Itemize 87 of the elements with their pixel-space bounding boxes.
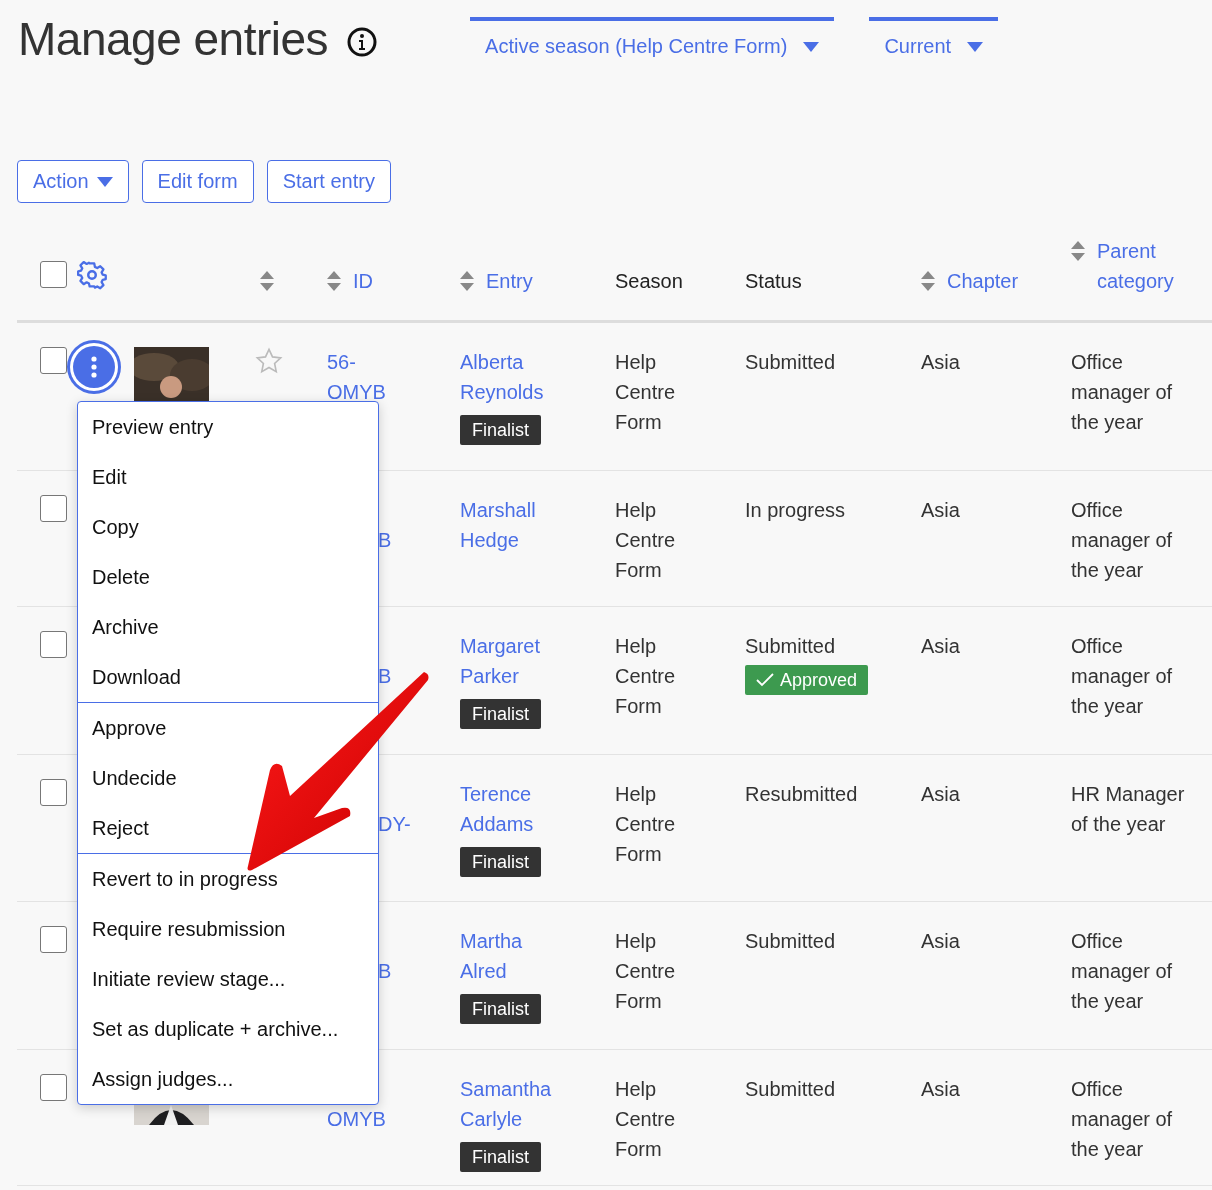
menu-item[interactable]: Edit: [78, 452, 127, 502]
column-header: Season: [615, 269, 683, 294]
season-cell-text: Help Centre Form: [615, 350, 677, 435]
menu-item[interactable]: Download: [78, 652, 181, 702]
entry-name-link[interactable]: Terence Addams: [460, 779, 565, 839]
toolbar-button[interactable]: Edit form: [141, 160, 254, 203]
row-checkbox[interactable]: [40, 926, 67, 953]
parent-category-cell-text: Office manager of the year: [1071, 929, 1174, 1014]
sort-icon[interactable]: [260, 271, 274, 291]
menu-item[interactable]: Delete: [78, 552, 150, 602]
finalist-badge: Finalist: [460, 699, 541, 729]
chapter-cell-text: Asia: [921, 498, 961, 523]
season-cell-text: Help Centre Form: [615, 634, 677, 719]
finalist-badge: Finalist: [460, 994, 541, 1024]
status-cell-text: Submitted: [745, 929, 836, 954]
status-cell-text: Submitted: [745, 350, 836, 375]
filter-dropdown[interactable]: Current: [869, 17, 999, 58]
menu-item[interactable]: Revert to in progress: [78, 854, 278, 904]
season-cell-text: Help Centre Form: [615, 498, 677, 583]
caret-icon: [96, 176, 113, 187]
chapter-cell-text: Asia: [921, 634, 961, 659]
entry-name-link[interactable]: Martha Alred: [460, 926, 565, 986]
row-checkbox[interactable]: [40, 347, 67, 374]
parent-category-cell-text: HR Manager of the year: [1071, 782, 1186, 837]
menu-item[interactable]: Copy: [78, 502, 139, 552]
menu-item[interactable]: Initiate review stage...: [78, 954, 286, 1004]
info-icon[interactable]: [346, 26, 379, 58]
entry-name-link[interactable]: Alberta Reynolds: [460, 347, 565, 407]
chapter-cell-text: Asia: [921, 350, 961, 375]
chapter-cell-text: Asia: [921, 782, 961, 807]
finalist-badge: Finalist: [460, 847, 541, 877]
parent-category-cell-text: Office manager of the year: [1071, 350, 1174, 435]
sort-icon[interactable]: [921, 271, 935, 291]
entry-id-link[interactable]: DY-: [378, 809, 442, 839]
column-header[interactable]: Parent category: [1097, 236, 1197, 296]
chapter-cell-text: Asia: [921, 1077, 961, 1102]
status-cell-text: Submitted: [745, 634, 836, 659]
entry-name-link[interactable]: Samantha Carlyle: [460, 1074, 565, 1134]
row-checkbox[interactable]: [40, 631, 67, 658]
sort-icon[interactable]: [460, 271, 474, 291]
column-header: Status: [745, 269, 802, 294]
entry-id-link[interactable]: B: [378, 956, 442, 986]
filter-dropdown[interactable]: Active season (Help Centre Form): [470, 17, 835, 58]
entry-id-link[interactable]: B: [378, 661, 442, 691]
finalist-badge: Finalist: [460, 415, 541, 445]
season-cell-text: Help Centre Form: [615, 1077, 677, 1162]
select-all-checkbox[interactable]: [40, 261, 67, 288]
menu-item[interactable]: Require resubmission: [78, 904, 286, 954]
parent-category-cell-text: Office manager of the year: [1071, 634, 1174, 719]
star-icon[interactable]: [255, 347, 283, 375]
entry-id-link[interactable]: B: [378, 525, 442, 555]
season-cell-text: Help Centre Form: [615, 929, 677, 1014]
approved-badge: Approved: [745, 665, 869, 695]
chapter-cell-text: Asia: [921, 929, 961, 954]
parent-category-cell-text: Office manager of the year: [1071, 1077, 1174, 1162]
menu-item[interactable]: Assign judges...: [78, 1054, 234, 1104]
finalist-badge: Finalist: [460, 1142, 541, 1172]
entry-id-link[interactable]: OMYB: [327, 1104, 391, 1134]
caret-icon: [803, 41, 820, 52]
status-cell-text: Submitted: [745, 1077, 836, 1102]
row-checkbox[interactable]: [40, 779, 67, 806]
menu-item[interactable]: Preview entry: [78, 402, 214, 452]
caret-icon: [967, 41, 984, 52]
column-header[interactable]: Entry: [486, 266, 533, 296]
menu-item[interactable]: Set as duplicate + archive...: [78, 1004, 339, 1054]
sort-icon[interactable]: [1071, 241, 1085, 261]
page-title: Manage entries: [18, 12, 329, 66]
season-cell-text: Help Centre Form: [615, 782, 677, 867]
menu-item[interactable]: Approve: [78, 703, 167, 753]
status-cell-text: Resubmitted: [745, 782, 858, 807]
entry-name-link[interactable]: Marshall Hedge: [460, 495, 565, 555]
column-header[interactable]: Chapter: [947, 266, 1019, 296]
check-icon: [756, 673, 774, 687]
toolbar-button[interactable]: Start entry: [266, 160, 391, 203]
more-icon: [91, 356, 97, 378]
column-header[interactable]: ID: [353, 266, 373, 296]
menu-item[interactable]: Reject: [78, 803, 149, 853]
status-cell-text: In progress: [745, 498, 846, 523]
entry-name-link[interactable]: Margaret Parker: [460, 631, 565, 691]
menu-item[interactable]: Undecide: [78, 753, 177, 803]
parent-category-cell-text: Office manager of the year: [1071, 498, 1174, 583]
settings-icon[interactable]: [77, 260, 107, 290]
action-dropdown[interactable]: Action: [17, 160, 129, 203]
row-checkbox[interactable]: [40, 1074, 67, 1101]
row-checkbox[interactable]: [40, 495, 67, 522]
sort-icon[interactable]: [327, 271, 341, 291]
menu-item[interactable]: Archive: [78, 602, 159, 652]
